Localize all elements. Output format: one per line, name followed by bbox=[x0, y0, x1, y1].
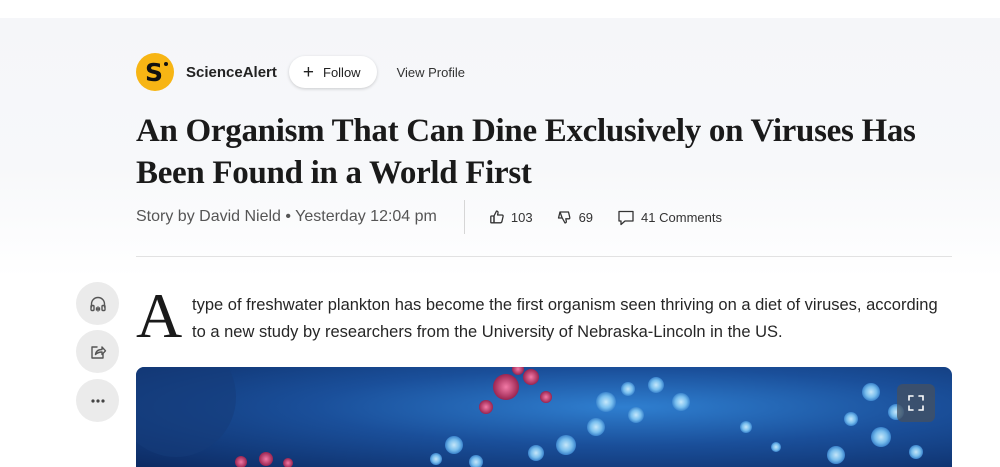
headphones-icon bbox=[89, 296, 106, 312]
publisher-name[interactable]: ScienceAlert bbox=[186, 64, 277, 81]
article-title: An Organism That Can Dine Exclusively on… bbox=[136, 113, 916, 191]
share-icon bbox=[90, 345, 106, 359]
thumbs-up-icon bbox=[490, 210, 504, 224]
follow-button[interactable]: + Follow bbox=[288, 56, 377, 88]
comment-count: 41 Comments bbox=[641, 209, 722, 225]
lead-paragraph: type of freshwater plankton has become t… bbox=[192, 296, 938, 341]
byline-row: Story by David Nield • Yesterday 12:04 p… bbox=[136, 200, 746, 234]
publisher-row: S ScienceAlert + Follow View Profile bbox=[136, 52, 465, 92]
drop-cap: A bbox=[136, 280, 183, 351]
byline: Story by David Nield • Yesterday 12:04 p… bbox=[136, 208, 437, 225]
more-icon bbox=[90, 398, 105, 403]
follow-label: Follow bbox=[323, 64, 361, 80]
hero-image[interactable] bbox=[136, 367, 952, 467]
dislike-count: 69 bbox=[578, 209, 594, 225]
dislike-button[interactable]: 69 bbox=[557, 209, 593, 225]
share-button[interactable] bbox=[76, 330, 119, 373]
expand-icon bbox=[908, 395, 924, 411]
virus-illustration bbox=[136, 367, 923, 467]
logo-letter: S bbox=[144, 57, 163, 87]
thumbs-down-icon bbox=[557, 211, 571, 224]
header-divider bbox=[136, 256, 952, 257]
comment-icon bbox=[618, 210, 634, 225]
like-button[interactable]: 103 bbox=[489, 209, 533, 225]
comments-button[interactable]: 41 Comments bbox=[617, 209, 722, 226]
more-options-button[interactable] bbox=[76, 379, 119, 422]
plus-icon: + bbox=[302, 61, 314, 83]
expand-image-button[interactable] bbox=[897, 384, 935, 422]
like-count: 103 bbox=[510, 209, 533, 225]
listen-button[interactable] bbox=[76, 282, 119, 325]
view-profile-link[interactable]: View Profile bbox=[397, 65, 465, 80]
divider bbox=[463, 200, 465, 234]
logo-dot bbox=[164, 62, 168, 66]
publisher-logo[interactable]: S bbox=[136, 53, 174, 91]
